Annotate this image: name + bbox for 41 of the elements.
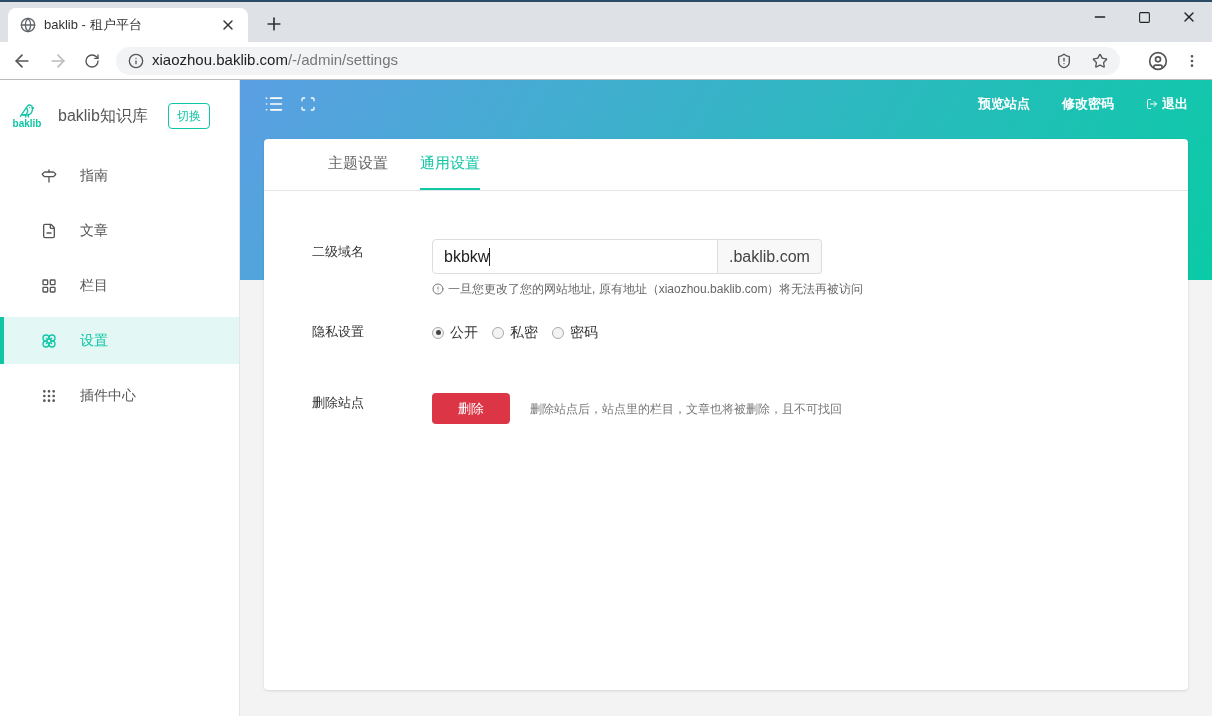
sidebar-item[interactable]: 指南 xyxy=(0,152,239,199)
settings-icon xyxy=(41,332,57,349)
logo-text: baklib xyxy=(12,119,42,129)
hint-text: 一旦您更改了您的网站地址, 原有地址（xiaozhou.baklib.com）将无法再被访问 xyxy=(448,281,864,298)
grid-icon xyxy=(41,277,57,294)
bird-icon xyxy=(19,103,35,119)
document-icon xyxy=(41,222,57,239)
alert-icon xyxy=(432,283,444,295)
field-label: 删除站点 xyxy=(312,394,365,412)
info-icon xyxy=(128,52,144,69)
domain-input[interactable]: bkbkw xyxy=(432,239,718,274)
field-label: 二级域名 xyxy=(312,243,365,261)
url-text: xiaozhou.baklib.com/-/admin/settings xyxy=(152,50,399,71)
list-icon[interactable] xyxy=(264,94,284,114)
radio-button[interactable] xyxy=(432,326,444,339)
tab[interactable]: 主题设置 xyxy=(328,139,388,190)
sidebar-item[interactable]: 文章 xyxy=(0,207,239,254)
brand-name: baklib知识库 xyxy=(58,106,148,126)
browser-tab[interactable]: baklib - 租户平台 xyxy=(8,8,248,42)
radio-option[interactable]: 密码 xyxy=(552,322,598,343)
field-label: 隐私设置 xyxy=(312,323,365,341)
radio-option[interactable]: 公开 xyxy=(432,322,478,343)
shield-icon[interactable] xyxy=(1056,52,1072,69)
dots-grid-icon xyxy=(41,387,57,404)
profile-icon[interactable] xyxy=(1148,50,1168,71)
reload-icon[interactable] xyxy=(84,52,100,69)
radio-button[interactable] xyxy=(552,326,564,339)
sidebar-item[interactable]: 插件中心 xyxy=(0,372,239,419)
address-bar[interactable]: xiaozhou.baklib.com/-/admin/settings xyxy=(116,46,1120,75)
domain-suffix: .baklib.com xyxy=(718,239,822,274)
radio-option[interactable]: 私密 xyxy=(492,322,538,343)
signpost-icon xyxy=(41,167,57,184)
maximize-icon[interactable] xyxy=(1138,10,1151,24)
hint-text: 删除站点后，站点里的栏目，文章也将被删除，且不可找回 xyxy=(530,400,842,418)
tab-title: baklib - 租户平台 xyxy=(44,16,143,35)
star-icon[interactable] xyxy=(1092,52,1108,69)
delete-button[interactable]: 删除 xyxy=(432,393,510,424)
logout-icon xyxy=(1146,97,1158,110)
radio-button[interactable] xyxy=(492,326,504,339)
globe-icon xyxy=(20,17,36,33)
sidebar-item[interactable]: 栏目 xyxy=(0,262,239,309)
